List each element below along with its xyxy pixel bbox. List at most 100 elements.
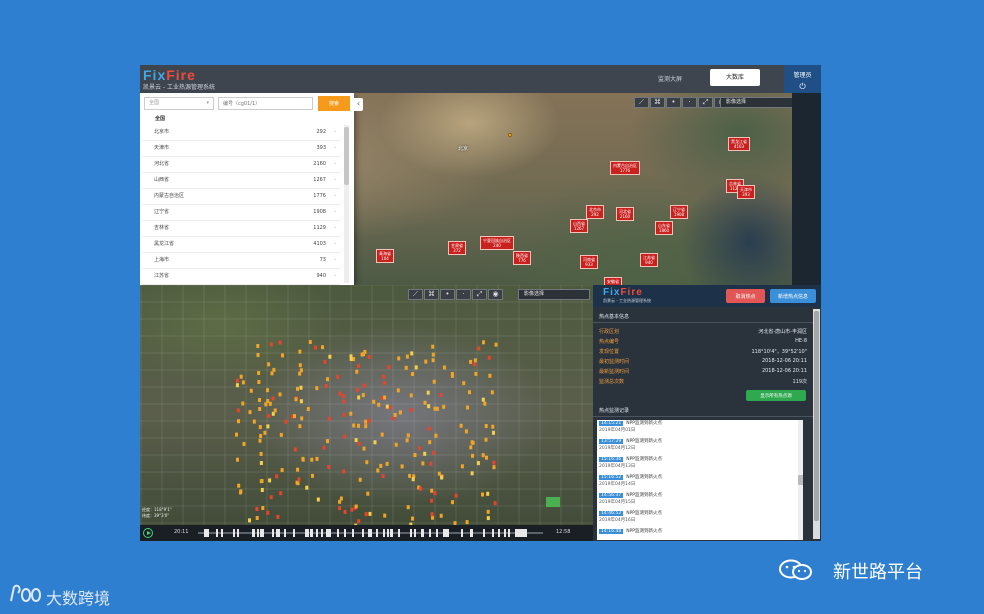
hotspot-dot: [362, 383, 366, 388]
timeline-tick: [284, 529, 287, 537]
hotspot-dot: [362, 446, 366, 451]
dot-icon[interactable]: ·: [682, 97, 697, 108]
list-item[interactable]: 14:56:37 NPP监测到新火点 2019年04月15日: [597, 492, 803, 510]
region-select[interactable]: 全国 ▾: [144, 97, 214, 110]
hotspot-dot: [451, 500, 454, 505]
hotspot-dot: [440, 475, 444, 480]
hotspot-dot: [490, 390, 494, 395]
hotspot-dot: [258, 425, 262, 429]
timeline-tick: [275, 529, 278, 537]
hotspot-dot: [408, 473, 412, 478]
cancel-hotspot-button[interactable]: 取消热点: [726, 289, 765, 303]
map-marker[interactable]: 安徽省: [604, 277, 622, 285]
hotspot-dot: [431, 352, 435, 357]
map-marker[interactable]: 天津市 393: [737, 185, 755, 199]
list-item[interactable]: 北京市 292 ›: [142, 125, 340, 141]
watermark-text: 大数跨境: [46, 589, 111, 608]
green-marker-icon[interactable]: [546, 497, 560, 507]
hotspot-dot: [423, 400, 427, 405]
map-marker[interactable]: 宁夏回族自治区 240: [480, 236, 514, 250]
list-item[interactable]: 内蒙古自治区 1776 ›: [142, 189, 340, 205]
timeline-track[interactable]: [198, 529, 543, 537]
hotspot-dot: [469, 445, 473, 450]
list-item[interactable]: 吉林省 1129 ›: [142, 221, 340, 237]
list-item[interactable]: 15:16:36 NPP监测到新火点 2019年04月13日: [597, 456, 803, 474]
hotspot-dot: [357, 441, 361, 446]
list-item[interactable]: 江苏省 940 ›: [142, 269, 340, 285]
hotspot-dot: [260, 488, 264, 492]
all-regions-label[interactable]: 全国: [155, 115, 165, 122]
hotspot-dot: [308, 340, 312, 344]
hotspot-dot: [256, 344, 260, 348]
logout-icon[interactable]: ⏻: [784, 82, 821, 92]
chevron-left-icon[interactable]: ‹: [354, 98, 363, 111]
list-item[interactable]: 14:46:52 NPP监测到新火点 2019年04月16日: [597, 510, 803, 528]
info-subtitle: 凯景云 - 工业热源管理系统: [603, 298, 651, 303]
list-item[interactable]: 14:16:48 NPP监测到新火点: [597, 528, 803, 540]
map-marker[interactable]: 黑龙江省 4103: [728, 137, 750, 151]
list-item[interactable]: 辽宁省 1908 ›: [142, 205, 340, 221]
admin-menu[interactable]: 管理员 ⏻: [784, 65, 821, 93]
timeline-tick: [410, 529, 413, 537]
play-icon[interactable]: [143, 528, 153, 538]
list-item[interactable]: 14:15:21 NPP监测到新火点 2019年04月01日: [597, 420, 803, 438]
map-marker[interactable]: 河北省 2160: [616, 207, 634, 221]
search-button[interactable]: 搜索: [318, 96, 350, 111]
map-marker[interactable]: 陕西省 776: [513, 251, 531, 265]
list-item[interactable]: 山西省 1267 ›: [142, 173, 340, 189]
show-all-hotspots-button[interactable]: 显示所有热点源: [746, 390, 806, 401]
list-item[interactable]: 13:57:29 NPP监测到新火点 2019年04月12日: [597, 438, 803, 456]
hotspot-dot: [252, 419, 256, 424]
timeline-tick: [292, 529, 295, 537]
hotspot-dot: [298, 349, 302, 354]
hotspot-dot: [462, 381, 466, 386]
map-marker[interactable]: 山西省 1267: [570, 219, 588, 233]
point-icon[interactable]: •: [666, 97, 681, 108]
new-hotspot-button[interactable]: 新增热点信息: [770, 289, 816, 303]
hotspot-dot: [350, 507, 354, 512]
detail-map[interactable]: ⟋ ⌘ • · ⤢ ◉ 影像选择: [140, 285, 593, 541]
top-layer-select[interactable]: 影像选择: [720, 97, 792, 108]
hotspot-dot: [405, 438, 409, 443]
hotspot-dot: [275, 474, 279, 479]
records-scrollbar[interactable]: [798, 420, 803, 540]
map-marker[interactable]: 甘肃省 372: [448, 241, 466, 255]
hotspot-dot: [261, 506, 265, 510]
hotspot-dot: [398, 410, 402, 415]
list-item[interactable]: 河北省 2160 ›: [142, 157, 340, 173]
list-item[interactable]: 15:16:52 NPP监测到新火点 2019年04月14日: [597, 474, 803, 492]
hotspot-dot: [367, 354, 371, 359]
province-scrollbar[interactable]: [344, 125, 349, 283]
list-item[interactable]: 上海市 73 ›: [142, 253, 340, 269]
hotspot-dot: [406, 433, 410, 438]
map-marker[interactable]: 河南省 933: [580, 255, 598, 269]
map-marker[interactable]: 青海省 104: [376, 249, 394, 263]
hotspot-dot: [266, 510, 270, 515]
line-measure-icon[interactable]: ⟋: [634, 97, 649, 108]
hotspot-dot: [385, 404, 389, 409]
list-item[interactable]: 黑龙江省 4103 ›: [142, 237, 340, 253]
hotspot-dot: [341, 394, 345, 398]
nav-big-database[interactable]: 大数库: [710, 69, 760, 86]
hotspot-dot: [491, 424, 495, 429]
nav-monitor-screen[interactable]: 监测大屏: [658, 74, 682, 83]
map-marker[interactable]: 辽宁省 1908: [670, 205, 688, 219]
map-marker[interactable]: 江苏省 940: [640, 253, 658, 267]
area-measure-icon[interactable]: ⌘: [650, 97, 665, 108]
map-marker[interactable]: 内蒙古自治区 1776: [610, 161, 640, 175]
basic-info-title: 热点基本信息: [599, 314, 630, 320]
search-input[interactable]: [218, 97, 313, 110]
timeline-tick: [435, 529, 438, 537]
hotspot-dot: [484, 437, 488, 442]
hotspot-dot: [314, 345, 317, 350]
timeline-tick: [277, 529, 280, 537]
info-scrollbar[interactable]: [813, 309, 820, 539]
hotspot-dot: [355, 369, 359, 374]
hotspot-dot: [411, 372, 414, 376]
map-marker[interactable]: 北京市 292: [586, 205, 604, 219]
fullscreen-icon[interactable]: ⤢: [698, 97, 713, 108]
list-item[interactable]: 天津市 393 ›: [142, 141, 340, 157]
map-marker[interactable]: 山东省 1860: [655, 221, 673, 235]
wechat-icon: [779, 559, 812, 580]
hotspot-dot: [315, 386, 319, 391]
